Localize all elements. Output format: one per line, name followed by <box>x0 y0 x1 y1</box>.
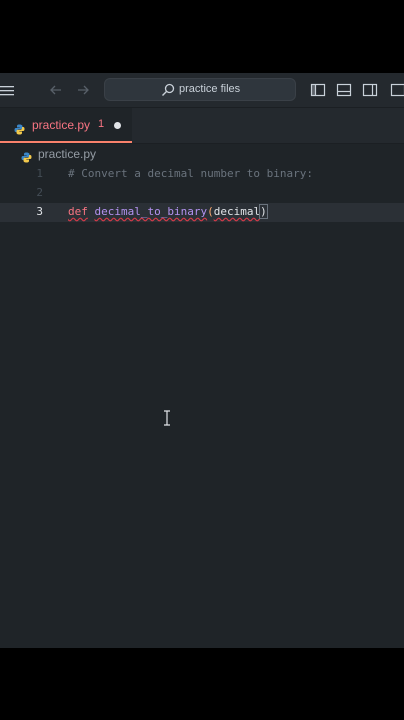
tab-practice-py[interactable]: practice.py 1 <box>0 108 132 143</box>
code-text: def decimal_to_binary(decimal) <box>68 204 268 219</box>
arrow-right-icon[interactable] <box>75 82 91 98</box>
line-number: 1 <box>36 167 43 180</box>
problems-count-badge: 1 <box>98 118 105 130</box>
function-name-token: decimal_to_binary <box>94 205 208 218</box>
toggle-primary-sidebar-icon[interactable] <box>310 82 326 98</box>
breadcrumb: practice.py <box>0 144 404 164</box>
title-bar: practice files <box>0 73 404 108</box>
code-line[interactable]: 1 # Convert a decimal number to binary: <box>0 165 404 184</box>
arrow-left-icon[interactable] <box>48 82 64 98</box>
python-file-icon <box>21 148 32 163</box>
tab-bar: practice.py 1 <box>0 108 404 144</box>
parameter-token: decimal <box>213 205 261 218</box>
search-icon <box>160 82 176 98</box>
search-label: practice files <box>179 83 241 95</box>
open-paren-token: ( <box>207 205 214 218</box>
line-number: 3 <box>36 205 43 218</box>
code-line[interactable]: 2 <box>0 184 404 203</box>
keyword-token: def <box>68 205 88 218</box>
line-number: 2 <box>36 186 43 199</box>
toggle-secondary-sidebar-icon[interactable] <box>362 82 378 98</box>
unsaved-dot-icon[interactable] <box>114 122 121 129</box>
comment-token: # Convert a decimal number to binary: <box>68 167 314 180</box>
command-center-search[interactable]: practice files <box>104 78 296 101</box>
editor-window: practice files practice.py 1 practice.py… <box>0 73 404 648</box>
close-paren-token: ) <box>259 204 268 219</box>
code-line-current[interactable]: 3 def decimal_to_binary(decimal) <box>0 203 404 222</box>
text-cursor-icon <box>161 410 173 426</box>
code-editor[interactable]: 1 # Convert a decimal number to binary: … <box>0 165 404 648</box>
python-file-icon <box>14 120 25 135</box>
breadcrumb-file[interactable]: practice.py <box>38 147 96 161</box>
toggle-panel-icon[interactable] <box>336 82 352 98</box>
customize-layout-icon[interactable] <box>390 82 404 98</box>
menu-icon[interactable] <box>0 83 16 97</box>
tab-label: practice.py <box>32 118 91 132</box>
